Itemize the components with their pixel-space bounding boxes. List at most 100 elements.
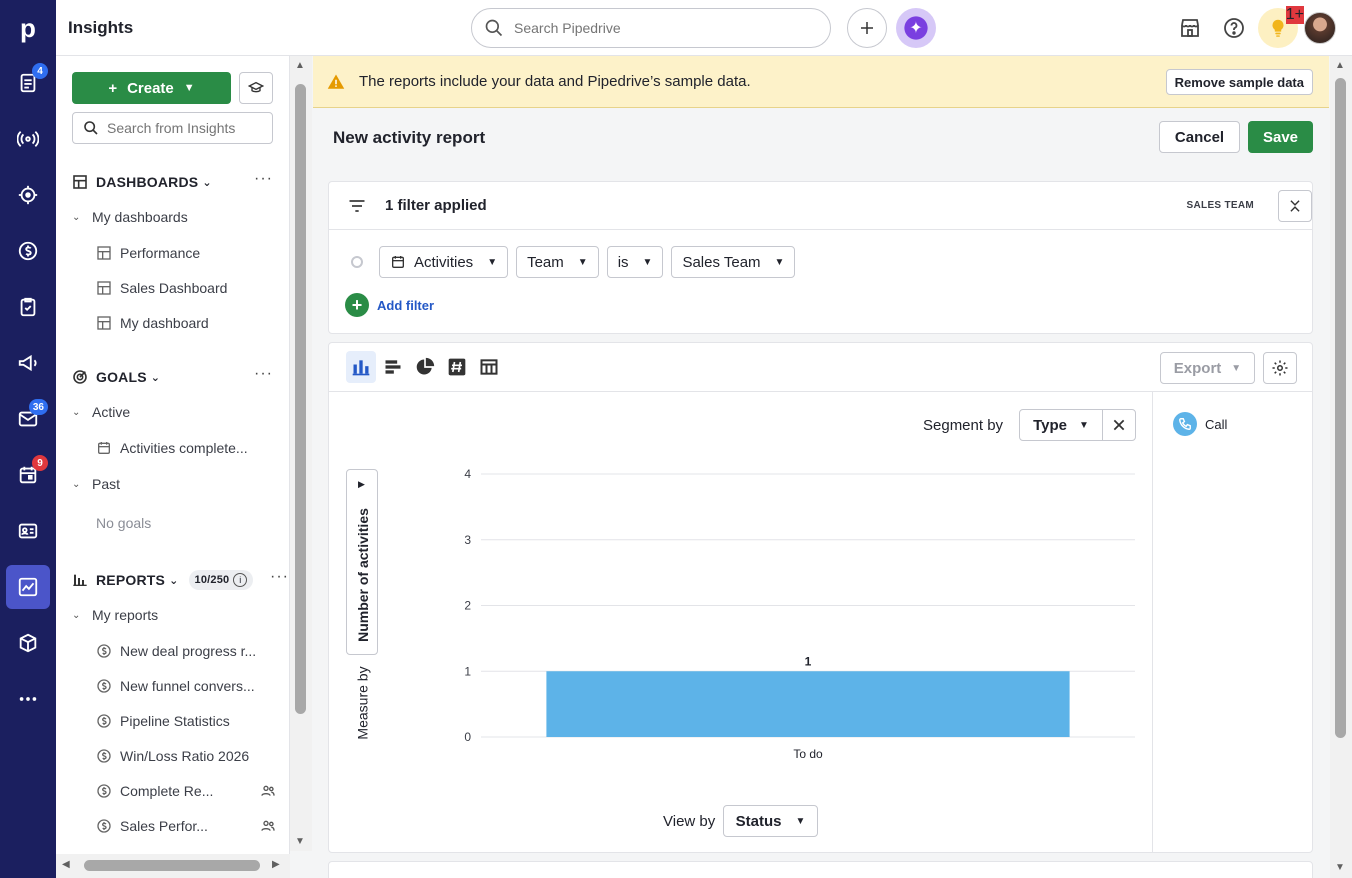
collapse-filters-button[interactable] bbox=[1278, 190, 1312, 222]
filter-entity-select[interactable]: Activities ▼ bbox=[379, 246, 509, 278]
caret-down-icon: ▼ bbox=[577, 256, 588, 268]
save-button[interactable]: Save bbox=[1248, 121, 1313, 153]
app-rail: p 4 36 9 bbox=[0, 0, 56, 878]
legend-item[interactable]: Call bbox=[1173, 412, 1227, 436]
caret-down-icon: ▼ bbox=[1079, 419, 1089, 431]
my-reports-group[interactable]: ⌄ My reports bbox=[72, 603, 158, 627]
create-button[interactable]: + Create ▼ bbox=[72, 72, 231, 104]
info-icon[interactable]: i bbox=[233, 573, 248, 587]
scroll-left-arrow-icon[interactable]: ◀ bbox=[62, 859, 70, 870]
scrollbar-thumb[interactable] bbox=[1335, 78, 1346, 738]
dollar-icon bbox=[97, 749, 111, 763]
mail-badge: 36 bbox=[28, 399, 48, 415]
y-tick-label: 3 bbox=[464, 533, 471, 547]
group-label: Active bbox=[92, 404, 131, 420]
filter-value-select[interactable]: Sales Team ▼ bbox=[671, 246, 796, 278]
campaigns-nav-icon[interactable] bbox=[6, 341, 50, 385]
goals-more-button[interactable]: ··· bbox=[254, 365, 273, 383]
report-item[interactable]: New funnel convers... bbox=[96, 673, 276, 699]
insights-search-input[interactable] bbox=[107, 120, 267, 136]
dashboard-item[interactable]: Sales Dashboard bbox=[96, 275, 276, 301]
contacts-nav-icon[interactable] bbox=[6, 509, 50, 553]
scrollbar-thumb[interactable] bbox=[295, 84, 306, 714]
filter-tag: SALES TEAM bbox=[1186, 200, 1254, 211]
calendar-nav-icon[interactable]: 9 bbox=[6, 453, 50, 497]
dashboard-item[interactable]: My dashboard bbox=[96, 310, 276, 336]
my-dashboards-group[interactable]: ⌄ My dashboards bbox=[72, 205, 188, 229]
calendar-icon bbox=[392, 256, 404, 268]
report-item[interactable]: Complete Re... bbox=[96, 778, 276, 804]
sidebar-vertical-scrollbar[interactable]: ▲ ▼ bbox=[290, 56, 312, 851]
report-item[interactable]: New deal progress r... bbox=[96, 638, 276, 664]
dashboard-item[interactable]: Performance bbox=[96, 240, 276, 266]
deals-nav-icon[interactable] bbox=[6, 229, 50, 273]
marketplace-icon[interactable] bbox=[1178, 16, 1202, 40]
global-search[interactable] bbox=[471, 8, 831, 48]
report-item[interactable]: Pipeline Statistics bbox=[96, 708, 276, 734]
leads-nav-icon[interactable]: 4 bbox=[6, 61, 50, 105]
goals-section-toggle[interactable]: GOALS ⌄ bbox=[72, 365, 160, 389]
main-vertical-scrollbar[interactable]: ▲ ▼ bbox=[1330, 56, 1352, 878]
sidebar-horizontal-scrollbar[interactable]: ◀ ▶ bbox=[56, 854, 290, 878]
scroll-up-arrow-icon[interactable]: ▲ bbox=[1335, 60, 1345, 71]
cancel-button[interactable]: Cancel bbox=[1159, 121, 1240, 153]
scroll-right-arrow-icon[interactable]: ▶ bbox=[272, 859, 280, 870]
bar bbox=[546, 671, 1070, 737]
active-goals-group[interactable]: ⌄ Active bbox=[72, 400, 130, 424]
global-search-input[interactable] bbox=[514, 20, 794, 36]
report-item[interactable]: Sales Perfor... bbox=[96, 813, 276, 839]
reports-more-button[interactable]: ··· bbox=[270, 568, 289, 586]
academy-button[interactable] bbox=[239, 72, 273, 104]
filter-field-value: Team bbox=[527, 253, 564, 271]
report-title: New activity report bbox=[333, 128, 486, 147]
reports-section-toggle[interactable]: REPORTS ⌄ 10/250 i bbox=[72, 568, 254, 592]
activities-nav-icon[interactable] bbox=[6, 285, 50, 329]
chart-settings-button[interactable] bbox=[1263, 352, 1297, 384]
mail-nav-icon[interactable]: 36 bbox=[6, 397, 50, 441]
filter-row: Activities ▼ Team ▼ is ▼ Sales Team ▼ bbox=[351, 246, 803, 278]
create-button-label: Create bbox=[127, 79, 174, 97]
scrollbar-thumb[interactable] bbox=[84, 860, 260, 871]
filter-operator-select[interactable]: is ▼ bbox=[606, 246, 664, 278]
view-by-select[interactable]: Status ▼ bbox=[723, 805, 818, 837]
clear-segment-button[interactable] bbox=[1102, 409, 1136, 441]
filter-entity-value: Activities bbox=[414, 253, 474, 271]
tips-button[interactable]: 1+ bbox=[1258, 6, 1304, 48]
scroll-up-arrow-icon[interactable]: ▲ bbox=[295, 60, 305, 71]
insights-nav-icon[interactable] bbox=[6, 565, 50, 609]
products-nav-icon[interactable] bbox=[6, 621, 50, 665]
dashboards-more-button[interactable]: ··· bbox=[254, 170, 273, 188]
filter-field-select[interactable]: Team ▼ bbox=[516, 246, 599, 278]
remove-sample-data-button[interactable]: Remove sample data bbox=[1165, 69, 1313, 95]
dashboards-section-toggle[interactable]: DASHBOARDS ⌄ bbox=[72, 170, 212, 194]
goal-item[interactable]: Activities complete... bbox=[96, 435, 276, 461]
chart-legend: Call bbox=[1152, 392, 1313, 853]
add-filter-button[interactable]: + Add filter bbox=[345, 293, 434, 317]
user-avatar[interactable] bbox=[1304, 12, 1336, 44]
report-item[interactable]: Win/Loss Ratio 2026 bbox=[96, 743, 276, 769]
caret-down-icon: ▼ bbox=[795, 815, 806, 827]
pipedrive-logo[interactable]: p bbox=[0, 0, 56, 56]
past-goals-group[interactable]: ⌄ Past bbox=[72, 472, 120, 496]
target-nav-icon[interactable] bbox=[6, 173, 50, 217]
ai-assistant-button[interactable]: ✦ bbox=[896, 8, 936, 48]
export-button[interactable]: Export ▼ bbox=[1160, 352, 1255, 384]
help-icon[interactable] bbox=[1222, 16, 1246, 40]
calendar-icon bbox=[98, 442, 110, 454]
phone-icon bbox=[1173, 412, 1197, 436]
scroll-down-arrow-icon[interactable]: ▼ bbox=[1335, 862, 1345, 873]
measure-by-select[interactable]: ▶ Number of activities bbox=[346, 469, 378, 655]
empty-label: No goals bbox=[96, 515, 152, 531]
chevron-down-icon: ⌄ bbox=[72, 406, 81, 418]
search-icon bbox=[84, 121, 98, 135]
scroll-down-arrow-icon[interactable]: ▼ bbox=[295, 836, 305, 847]
filter-value-value: Sales Team bbox=[682, 253, 761, 271]
quick-add-button[interactable] bbox=[847, 8, 887, 48]
more-nav-icon[interactable] bbox=[6, 677, 50, 721]
caret-down-icon: ▼ bbox=[487, 256, 498, 268]
segment-by-select[interactable]: Type ▼ bbox=[1019, 409, 1103, 441]
broadcast-nav-icon[interactable] bbox=[6, 117, 50, 161]
insights-search[interactable] bbox=[72, 112, 273, 144]
plus-icon bbox=[861, 22, 873, 34]
dashboard-item-label: My dashboard bbox=[120, 315, 209, 331]
